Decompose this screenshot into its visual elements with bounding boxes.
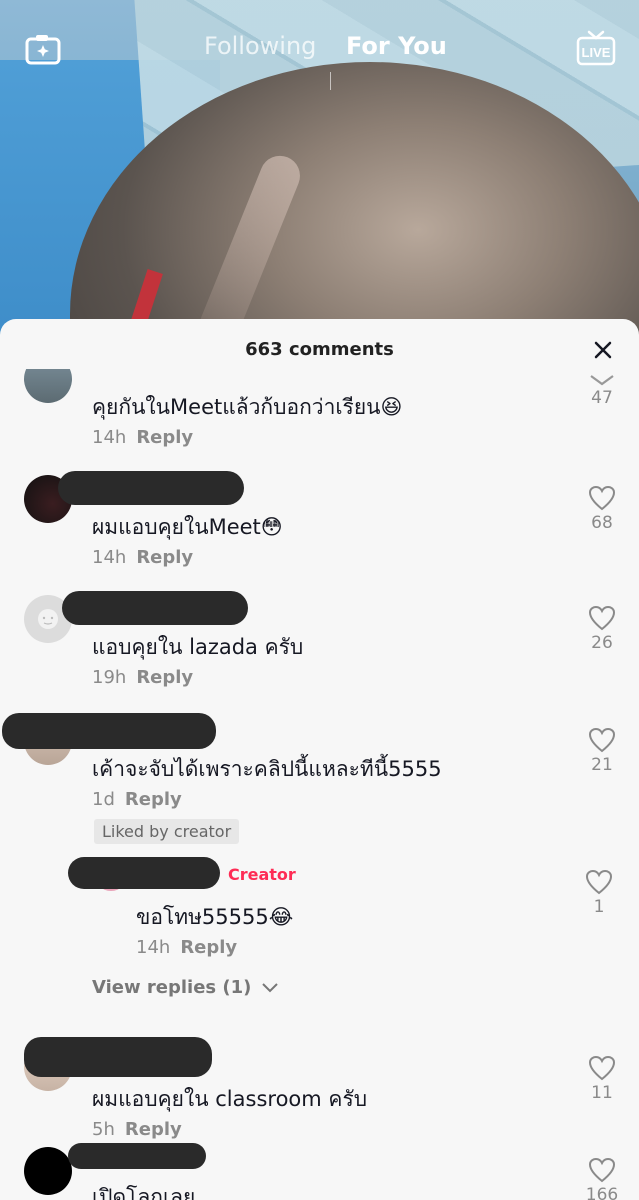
like-count: 68 (591, 513, 613, 533)
redacted-username (68, 1143, 206, 1169)
heart-icon (588, 1157, 616, 1183)
reply-button[interactable]: Reply (136, 427, 193, 448)
comments-sheet: 663 comments คุยกันในMeetแล้วก้บอกว่าเรี… (0, 319, 639, 1200)
like-button[interactable]: 166 (582, 1157, 622, 1200)
comment-text: ผมแอบคุยใน classroom ครับ (92, 1087, 368, 1111)
redacted-username (68, 857, 220, 889)
svg-text:LIVE: LIVE (582, 45, 611, 60)
heart-icon (588, 605, 616, 631)
redacted-username (2, 713, 216, 749)
camera-sparkle-icon[interactable] (25, 33, 61, 65)
like-button[interactable]: 1 (579, 869, 619, 917)
reply-time: 14h (136, 937, 171, 958)
like-count: 26 (591, 633, 613, 653)
close-icon[interactable] (590, 337, 616, 363)
chevron-down-icon (261, 983, 278, 993)
liked-by-creator-badge: Liked by creator (94, 819, 240, 844)
reply-button[interactable]: Reply (136, 547, 193, 568)
comment-text: ผมแอบคุยในMeet😳 (92, 515, 283, 539)
comment-time: 19h (92, 667, 127, 688)
heart-icon (588, 485, 616, 511)
redacted-username (58, 471, 244, 505)
reply-button[interactable]: Reply (180, 937, 237, 958)
comment-meta: 5h Reply (92, 1119, 182, 1140)
view-replies-label: View replies (1) (92, 977, 252, 998)
like-count: 166 (585, 1185, 619, 1200)
reply-button[interactable]: Reply (136, 667, 193, 688)
reply-button[interactable]: Reply (125, 1119, 182, 1140)
comment-text: แอบคุยใน lazada ครับ (92, 635, 304, 659)
tab-for-you[interactable]: For You (346, 32, 447, 60)
heart-icon (590, 375, 614, 386)
like-button[interactable]: 68 (582, 485, 622, 533)
comment-meta: 1d Reply (92, 789, 182, 810)
comment-meta: 14h Reply (92, 427, 193, 448)
reply-meta: 14h Reply (136, 937, 237, 958)
comment-text: เค้าจะจับได้เพราะคลิปนี้แหละทีนี้5555 (92, 757, 442, 781)
like-button[interactable]: 21 (582, 727, 622, 775)
comments-list[interactable]: คุยกันในMeetแล้วก้บอกว่าเรียน😆 14h Reply … (0, 369, 639, 1200)
heart-icon (588, 1055, 616, 1081)
comment-time: 1d (92, 789, 115, 810)
creator-tag: Creator (228, 865, 296, 884)
heart-icon (585, 869, 613, 895)
avatar[interactable] (24, 1147, 72, 1195)
like-button[interactable]: 11 (582, 1055, 622, 1103)
heart-icon (588, 727, 616, 753)
comment-meta: 19h Reply (92, 667, 193, 688)
like-button[interactable]: 26 (582, 605, 622, 653)
comment-time: 14h (92, 427, 127, 448)
avatar[interactable] (24, 369, 72, 403)
live-tv-icon[interactable]: LIVE (576, 30, 616, 68)
like-count: 11 (591, 1083, 613, 1103)
comment-meta: 14h Reply (92, 547, 193, 568)
like-count: 47 (591, 388, 613, 408)
reply-button[interactable]: Reply (125, 789, 182, 810)
comment-time: 14h (92, 547, 127, 568)
like-button[interactable]: 47 (582, 374, 622, 408)
comment-text: คุยกันในMeetแล้วก้บอกว่าเรียน😆 (92, 395, 403, 419)
tab-following[interactable]: Following (204, 32, 316, 60)
tab-divider (330, 72, 331, 90)
like-count: 21 (591, 755, 613, 775)
comments-count-title: 663 comments (245, 339, 394, 360)
view-replies-button[interactable]: View replies (1) (92, 977, 278, 998)
redacted-username (24, 1037, 212, 1077)
comment-time: 5h (92, 1119, 115, 1140)
comment-text: เปิดโลกเลย (92, 1185, 196, 1200)
redacted-username (62, 591, 248, 625)
top-bar: Following For You LIVE (0, 0, 639, 100)
reply-text: ขอโทษ55555😂 (136, 905, 294, 929)
like-count: 1 (593, 897, 605, 917)
